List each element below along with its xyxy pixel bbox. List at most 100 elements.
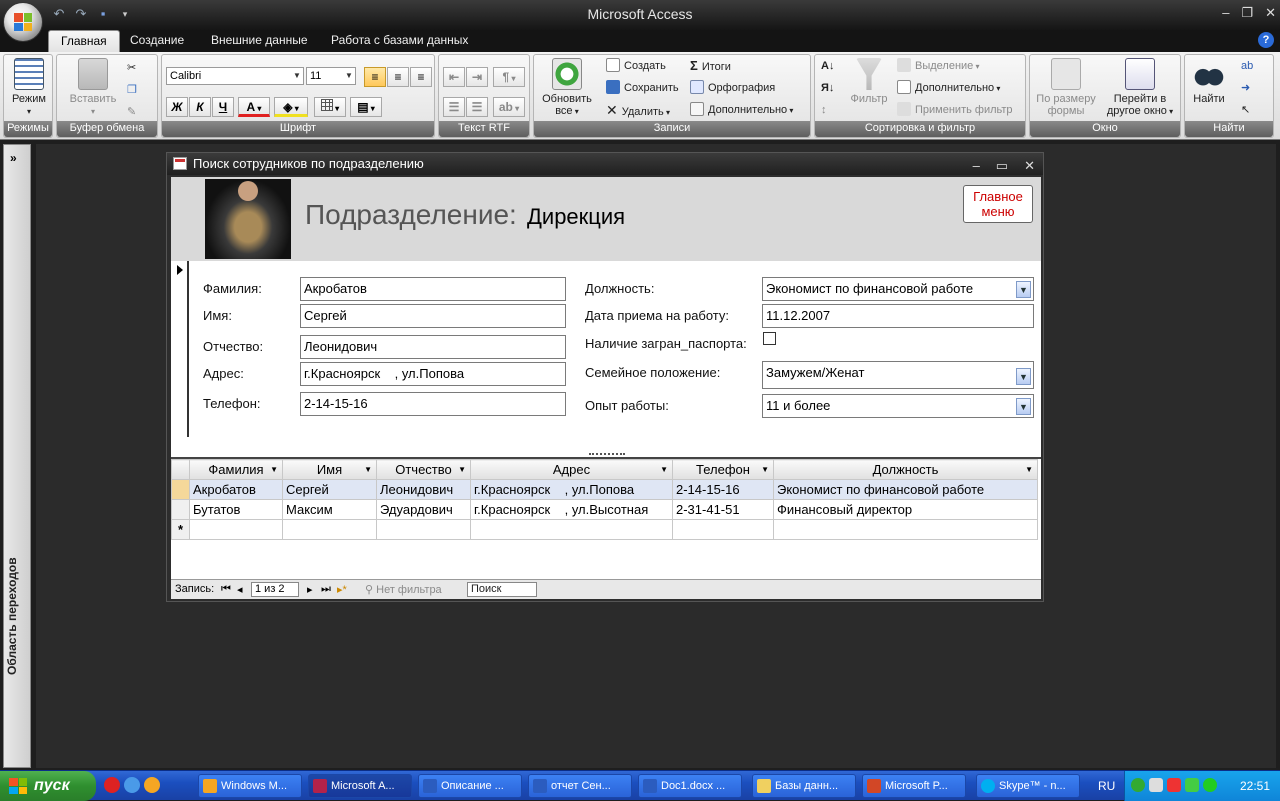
bold-button[interactable]: Ж <box>166 97 188 117</box>
minimize-icon[interactable]: – <box>1222 5 1229 21</box>
form-splitter[interactable] <box>171 437 1041 459</box>
patronymic-field[interactable]: Леонидович <box>300 335 566 359</box>
table-cell[interactable] <box>470 519 673 540</box>
gridlines-icon[interactable]: ▾ <box>314 97 346 117</box>
text-direction-icon[interactable]: ¶ ▾ <box>493 67 525 87</box>
record-selector[interactable] <box>171 261 189 437</box>
delete-record-button[interactable]: ✕ Удалить ▾ <box>606 101 670 119</box>
passport-checkbox[interactable] <box>763 332 776 345</box>
taskbar-item-skype[interactable]: Skype™ - n... <box>976 774 1080 798</box>
taskbar-item-report[interactable]: отчет Сен... <box>528 774 632 798</box>
expand-nav-icon[interactable]: » <box>10 151 17 165</box>
row-selector[interactable] <box>171 499 190 520</box>
table-cell[interactable]: Эдуардович <box>376 499 471 520</box>
taskbar-item-doc1[interactable]: Doc1.docx ... <box>638 774 742 798</box>
column-header[interactable]: Имя ▼ <box>282 459 377 480</box>
no-filter-button[interactable]: ⚲ Нет фильтра <box>365 583 442 596</box>
navigation-pane[interactable]: » Область переходов <box>3 144 31 768</box>
table-cell[interactable]: Бутатов <box>189 499 283 520</box>
chevron-down-icon[interactable]: ▼ <box>1016 368 1031 385</box>
font-color-button[interactable]: А ▾ <box>238 97 270 117</box>
tab-create[interactable]: Создание <box>118 30 196 52</box>
fill-color-icon[interactable]: ◈ ▾ <box>274 97 308 117</box>
table-cell[interactable] <box>282 519 377 540</box>
help-icon[interactable]: ? <box>1258 32 1274 48</box>
align-center-icon[interactable]: ≡ <box>387 67 409 87</box>
copy-icon[interactable]: ❐ <box>127 81 137 99</box>
maximize-icon[interactable]: ▭ <box>996 155 1008 177</box>
start-button[interactable]: пуск <box>0 771 96 801</box>
first-record-icon[interactable]: ⏮ <box>221 583 231 596</box>
record-number-input[interactable]: 1 из 2 <box>251 582 299 597</box>
bullets-icon[interactable]: ☰ <box>466 97 488 117</box>
selection-button[interactable]: Выделение ▾ <box>897 57 980 75</box>
new-record-marker[interactable]: * <box>171 519 190 540</box>
new-record-row[interactable]: * <box>171 519 1038 540</box>
sort-ascending-icon[interactable]: A↓ <box>821 57 834 75</box>
language-indicator[interactable]: RU <box>1098 779 1115 793</box>
taskbar-item-description[interactable]: Описание ... <box>418 774 522 798</box>
tab-database-tools[interactable]: Работа с базами данных <box>319 30 480 52</box>
goto-icon[interactable]: ➜ <box>1241 79 1250 97</box>
find-button[interactable]: Найти <box>1187 58 1231 105</box>
splitter-grip[interactable] <box>589 453 625 457</box>
table-cell[interactable]: 2-31-41-51 <box>672 499 774 520</box>
decrease-indent-icon[interactable]: ⇤ <box>443 67 465 87</box>
apply-filter-button[interactable]: Применить фильтр <box>897 101 1013 119</box>
alternate-fill-icon[interactable]: ▤ ▾ <box>350 97 382 117</box>
hire-date-field[interactable]: 11.12.2007 <box>762 304 1034 328</box>
tab-home[interactable]: Главная <box>48 30 120 52</box>
table-cell[interactable]: 2-14-15-16 <box>672 479 774 500</box>
sort-descending-icon[interactable]: Я↓ <box>821 79 834 97</box>
table-row[interactable]: Акробатов Сергей Леонидович г.Красноярск… <box>171 479 1038 500</box>
column-header[interactable]: Телефон ▼ <box>672 459 774 480</box>
format-painter-icon[interactable]: ✎ <box>127 103 136 121</box>
table-cell[interactable] <box>672 519 774 540</box>
table-cell[interactable]: г.Красноярск , ул.Высотная <box>470 499 673 520</box>
italic-button[interactable]: К <box>189 97 211 117</box>
previous-record-icon[interactable]: ◂ <box>237 583 243 596</box>
paste-button[interactable]: Вставить ▾ <box>67 58 119 118</box>
table-cell[interactable] <box>773 519 1038 540</box>
main-menu-button[interactable]: Главное меню <box>963 185 1033 223</box>
taskbar-item-powerpoint[interactable]: Microsoft P... <box>862 774 966 798</box>
advanced-filter-button[interactable]: Дополнительно ▾ <box>897 79 1000 97</box>
numbering-icon[interactable]: ☰ <box>443 97 465 117</box>
name-field[interactable]: Сергей <box>300 304 566 328</box>
font-name-select[interactable]: Calibri ▼ <box>166 67 304 85</box>
font-size-select[interactable]: 11 ▼ <box>306 67 356 85</box>
taskbar-item-windows-media[interactable]: Windows M... <box>198 774 302 798</box>
phone-field[interactable]: 2-14-15-16 <box>300 392 566 416</box>
network-icon[interactable] <box>1149 778 1163 792</box>
new-record-button[interactable]: Создать <box>606 57 666 75</box>
row-selector[interactable] <box>171 479 190 500</box>
switch-window-button[interactable]: Перейти в другое окно ▾ <box>1100 58 1180 118</box>
increase-indent-icon[interactable]: ⇥ <box>466 67 488 87</box>
refresh-all-button[interactable]: Обновить все ▾ <box>536 58 598 118</box>
spelling-button[interactable]: Орфография <box>690 79 775 97</box>
filter-button[interactable]: Фильтр <box>847 58 891 105</box>
cut-icon[interactable]: ✂ <box>127 59 136 77</box>
table-cell[interactable]: Акробатов <box>189 479 283 500</box>
tray-icon[interactable] <box>1167 778 1181 792</box>
ie-icon[interactable] <box>124 777 140 793</box>
table-cell[interactable]: Экономист по финансовой работе <box>773 479 1038 500</box>
column-header[interactable]: Должность ▼ <box>773 459 1038 480</box>
table-cell[interactable]: Сергей <box>282 479 377 500</box>
tab-external-data[interactable]: Внешние данные <box>199 30 320 52</box>
highlight-icon[interactable]: ab ▾ <box>493 97 525 117</box>
replace-icon[interactable]: ab <box>1241 57 1253 75</box>
opera-icon[interactable] <box>104 777 120 793</box>
chevron-down-icon[interactable]: ▼ <box>1016 398 1031 415</box>
position-combo[interactable]: Экономист по финансовой работе ▼ <box>762 277 1034 301</box>
save-record-button[interactable]: Сохранить <box>606 79 679 97</box>
table-cell[interactable]: Максим <box>282 499 377 520</box>
select-icon[interactable]: ↖ <box>1241 101 1250 119</box>
last-record-icon[interactable]: ⏭ <box>321 583 331 596</box>
close-icon[interactable]: ✕ <box>1024 155 1035 177</box>
surname-field[interactable]: Акробатов <box>300 277 566 301</box>
experience-combo[interactable]: 11 и более ▼ <box>762 394 1034 418</box>
column-header[interactable]: Фамилия ▼ <box>189 459 283 480</box>
taskbar-item-databases[interactable]: Базы данн... <box>752 774 856 798</box>
new-record-icon[interactable]: ▸* <box>337 583 347 596</box>
